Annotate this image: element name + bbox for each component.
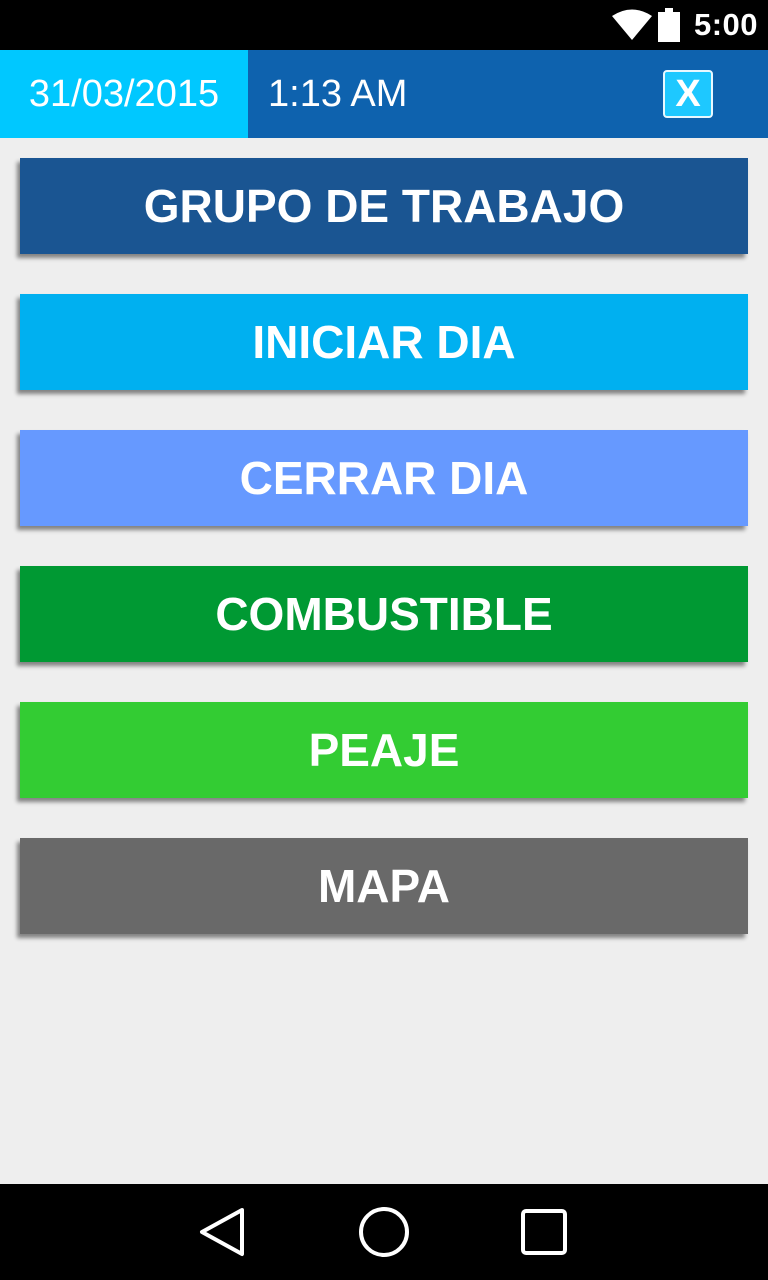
cerrar-dia-button[interactable]: CERRAR DIA <box>20 430 748 526</box>
close-button[interactable]: X <box>663 70 713 118</box>
grupo-de-trabajo-button[interactable]: GRUPO DE TRABAJO <box>20 158 748 254</box>
iniciar-dia-button[interactable]: INICIAR DIA <box>20 294 748 390</box>
status-bar: 5:00 <box>0 0 768 50</box>
date-label: 31/03/2015 <box>28 72 220 115</box>
home-icon[interactable] <box>354 1202 414 1262</box>
combustible-button[interactable]: COMBUSTIBLE <box>20 566 748 662</box>
peaje-button[interactable]: PEAJE <box>20 702 748 798</box>
app-header: 31/03/2015 1:13 AM X <box>0 50 768 138</box>
main-menu: GRUPO DE TRABAJO INICIAR DIA CERRAR DIA … <box>20 158 748 974</box>
navigation-bar <box>0 1184 768 1280</box>
status-icons: 5:00 <box>611 0 758 50</box>
battery-icon <box>657 8 680 42</box>
app-screen: 5:00 31/03/2015 1:13 AM X GRUPO DE TRABA… <box>0 0 768 1280</box>
status-time: 5:00 <box>693 7 758 42</box>
mapa-button[interactable]: MAPA <box>20 838 748 934</box>
recents-icon[interactable] <box>514 1202 574 1262</box>
back-icon[interactable] <box>192 1202 252 1262</box>
time-label: 1:13 AM <box>268 73 408 115</box>
date-box: 31/03/2015 <box>0 50 248 138</box>
wifi-icon <box>611 9 652 40</box>
